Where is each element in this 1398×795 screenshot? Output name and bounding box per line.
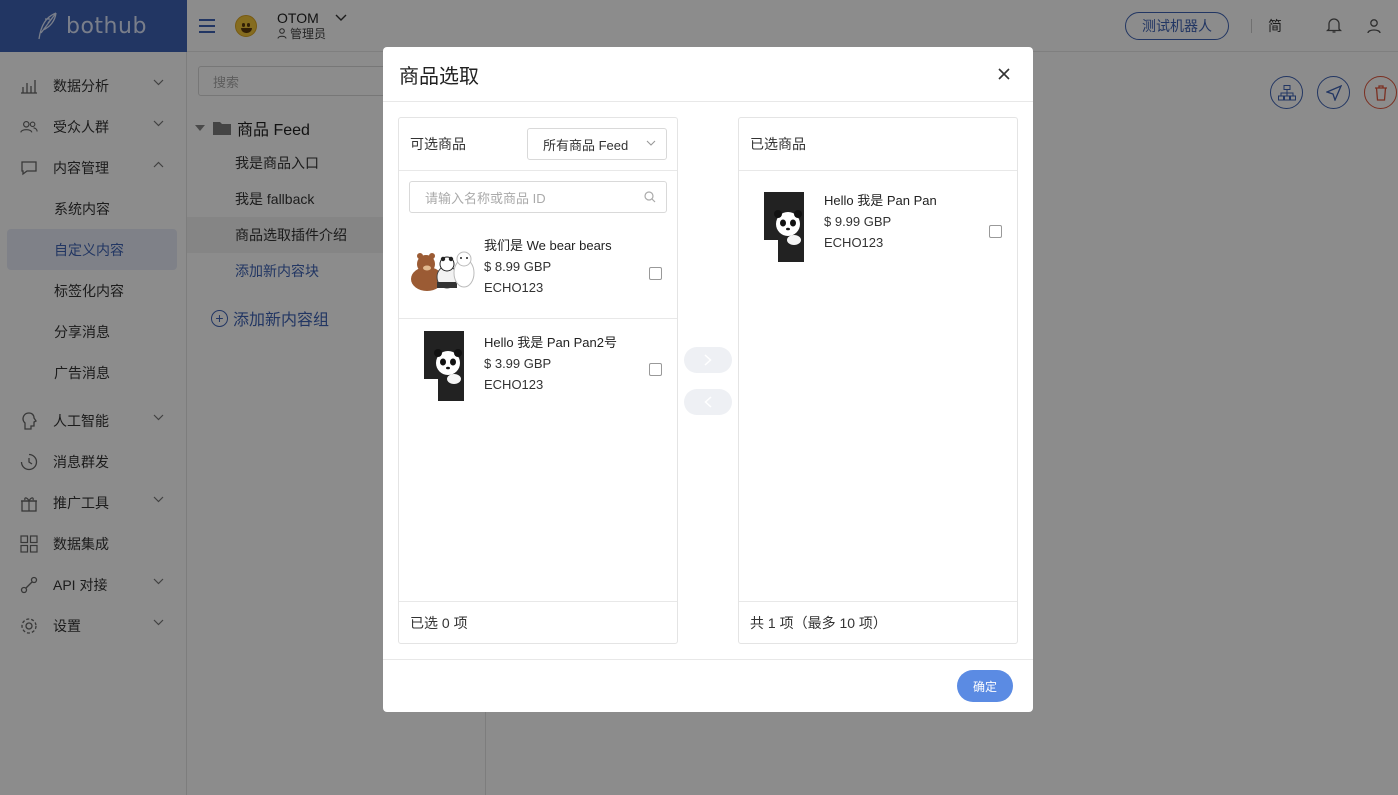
search-icon <box>644 191 656 203</box>
close-icon[interactable] <box>995 65 1013 83</box>
move-right-button[interactable] <box>684 347 732 373</box>
product-price: $ 8.99 GBP <box>484 259 552 274</box>
chevron-down-icon <box>646 140 656 146</box>
product-code: ECHO123 <box>824 235 884 250</box>
selected-count: 共 1 项（最多 10 项） <box>739 601 1017 643</box>
chevron-right-icon <box>704 354 712 366</box>
search-placeholder: 请输入名称或商品 ID <box>425 190 546 206</box>
selected-products-title: 已选商品 <box>750 136 806 152</box>
product-price: $ 9.99 GBP <box>824 214 892 229</box>
product-checkbox[interactable] <box>649 267 662 280</box>
product-checkbox[interactable] <box>989 225 1002 238</box>
product-checkbox[interactable] <box>649 363 662 376</box>
product-name: Hello 我是 Pan Pan2号 <box>484 335 617 350</box>
selected-products-panel: 已选商品 Hello 我是 Pan Pan $ 9.99 GBP ECHO123 <box>738 117 1018 644</box>
product-item[interactable]: 我们是 We bear bears $ 8.99 GBP ECHO123 <box>399 223 677 319</box>
bears-product-image <box>409 235 479 307</box>
panda-product-image <box>749 191 819 263</box>
available-selection-count: 已选 0 项 <box>399 601 677 643</box>
product-price: $ 3.99 GBP <box>484 356 552 371</box>
product-picker-modal: 商品选取 可选商品 所有商品 Feed 请输入名称或商品 ID 我们是 We b… <box>383 47 1033 712</box>
move-left-button[interactable] <box>684 389 732 415</box>
available-products-panel: 可选商品 所有商品 Feed 请输入名称或商品 ID 我们是 We bear b… <box>398 117 678 644</box>
product-name: Hello 我是 Pan Pan <box>824 193 937 208</box>
confirm-button[interactable]: 确定 <box>957 670 1013 702</box>
product-code: ECHO123 <box>484 377 544 392</box>
feed-select-value: 所有商品 Feed <box>543 137 629 153</box>
chevron-left-icon <box>704 396 712 408</box>
feed-select[interactable]: 所有商品 Feed <box>527 128 667 160</box>
product-code: ECHO123 <box>484 280 544 295</box>
product-item[interactable]: Hello 我是 Pan Pan2号 $ 3.99 GBP ECHO123 <box>399 320 677 416</box>
available-products-title: 可选商品 <box>410 136 466 152</box>
selected-product-item[interactable]: Hello 我是 Pan Pan $ 9.99 GBP ECHO123 <box>739 172 1017 268</box>
product-search-input[interactable]: 请输入名称或商品 ID <box>409 181 667 213</box>
product-name: 我们是 We bear bears <box>484 238 612 253</box>
panda-product-image <box>409 330 479 402</box>
modal-title: 商品选取 <box>399 65 479 88</box>
